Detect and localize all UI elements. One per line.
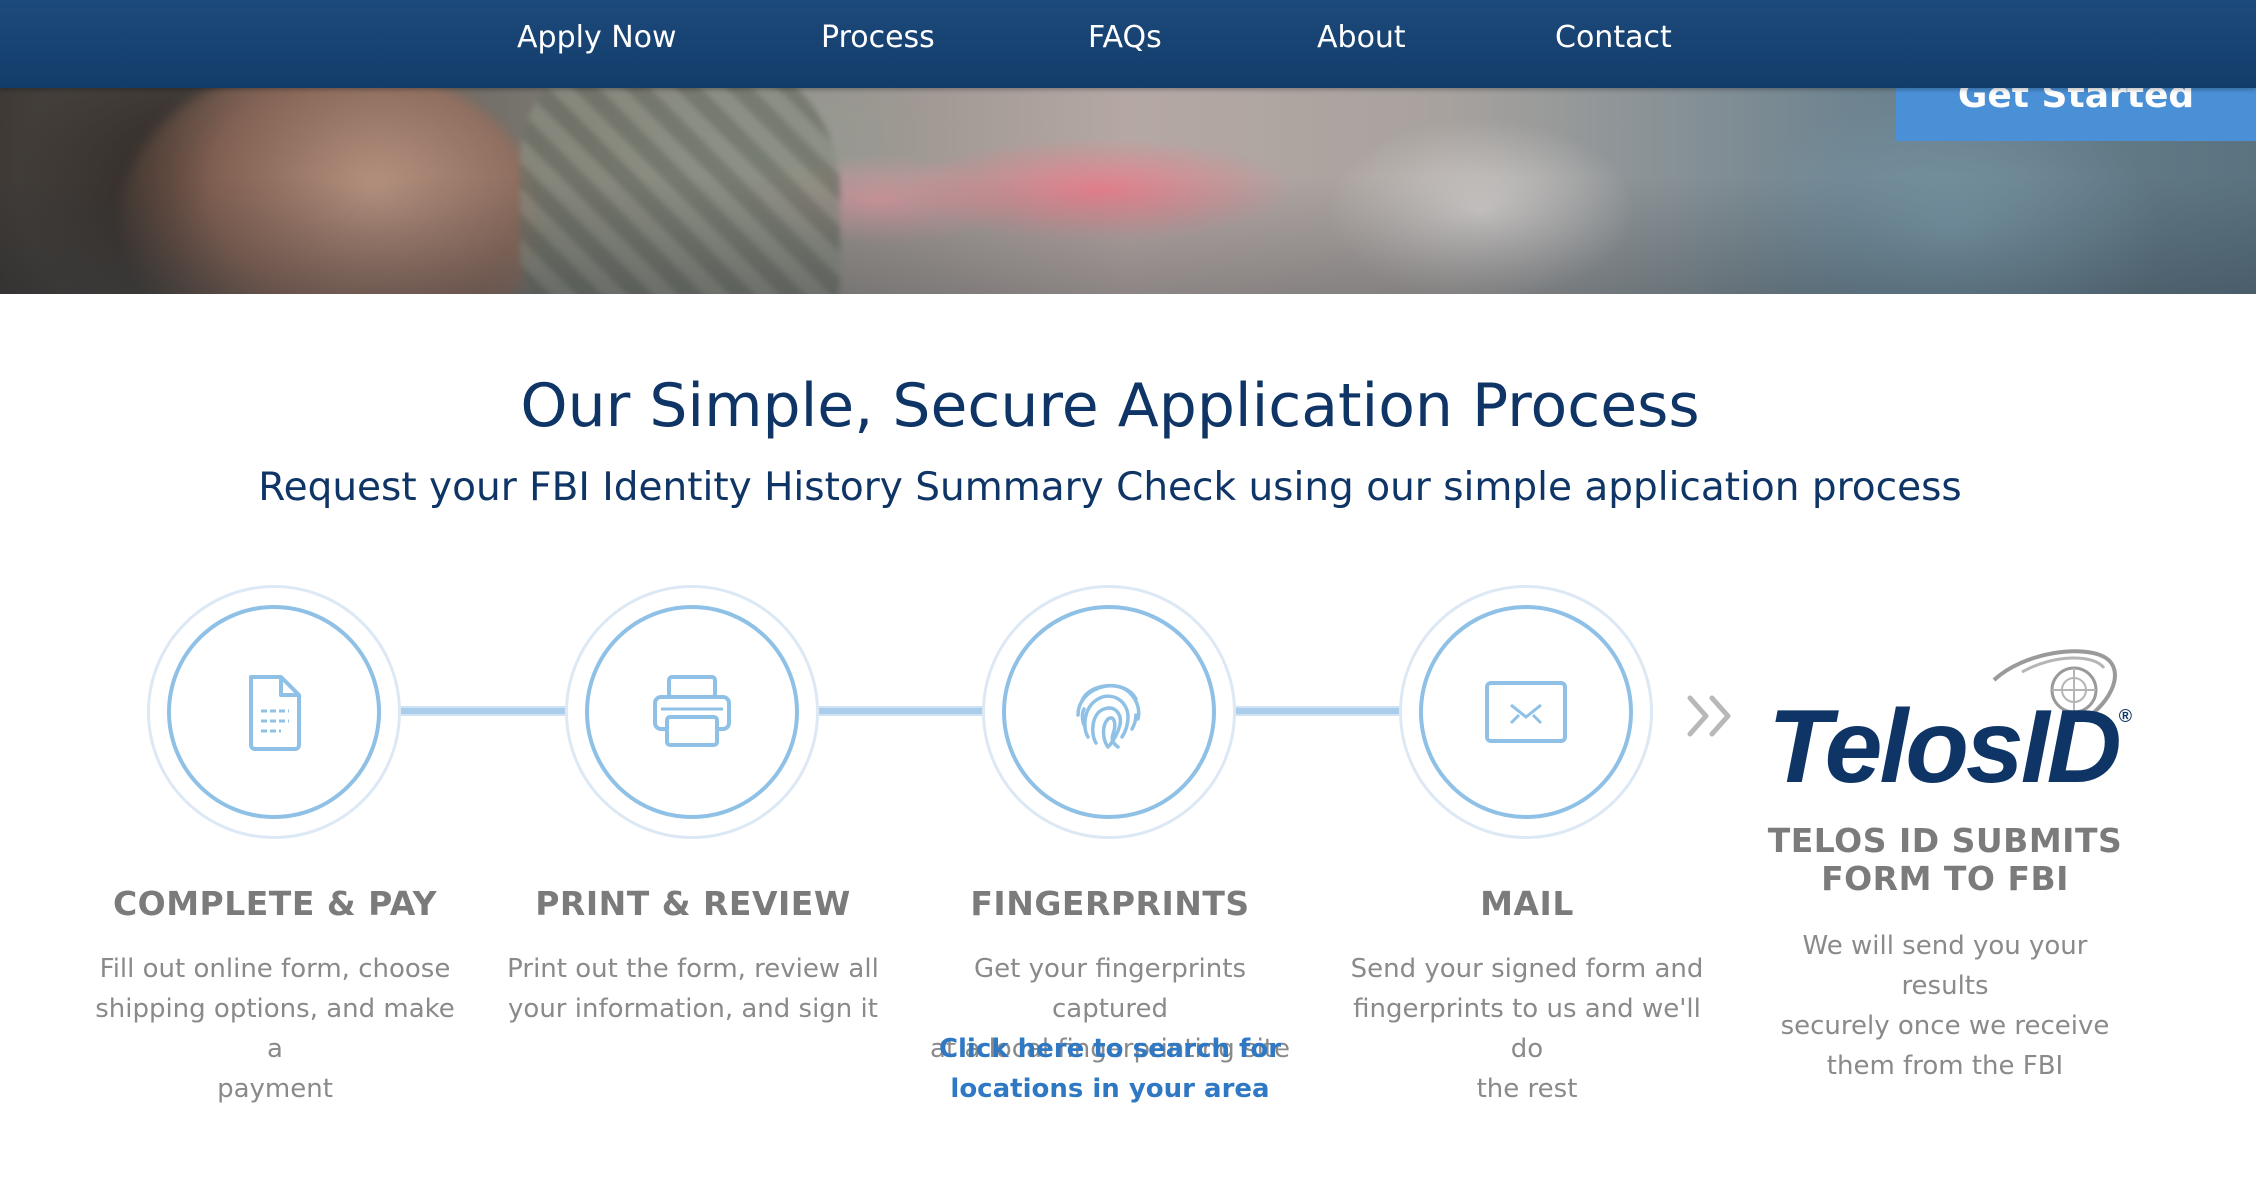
step-description-line: Fill out online form, choose: [99, 954, 451, 984]
final-description-line: securely once we receive: [1780, 1011, 2110, 1041]
final-description-line: We will send you your results: [1802, 931, 2088, 1001]
get-started-button[interactable]: Get Started: [1896, 84, 2256, 141]
telos-logo-wordmark: TelosID: [1768, 689, 2122, 805]
envelope-icon: [1485, 681, 1567, 743]
top-nav: Apply Now Process FAQs About Contact: [0, 0, 2256, 88]
step-description-line: fingerprints to us and we'll do: [1353, 994, 1701, 1064]
step-description-line: payment: [217, 1074, 333, 1104]
final-title-line: TELOS ID SUBMITS: [1767, 821, 2123, 860]
step-connector: [1215, 706, 1425, 716]
step-description-print-review: Print out the form, review all your info…: [503, 949, 883, 1029]
final-description-line: them from the FBI: [1826, 1051, 2064, 1081]
step-connector: [797, 706, 1007, 716]
final-title-line: FORM TO FBI: [1821, 859, 2069, 898]
document-icon: [249, 675, 301, 751]
get-started-label: Get Started: [1957, 84, 2195, 116]
nav-about[interactable]: About: [1317, 18, 1406, 58]
nav-process[interactable]: Process: [821, 18, 935, 58]
printer-icon: [653, 675, 731, 747]
double-chevron-right-icon: [1687, 695, 1731, 737]
step-description-mail: Send your signed form and fingerprints t…: [1337, 949, 1717, 1109]
step-title-complete-pay: COMPLETE & PAY: [112, 884, 438, 923]
step-description-line: Get your fingerprints captured: [973, 954, 1246, 1024]
step-circle-complete-pay: [147, 585, 401, 839]
nav-contact[interactable]: Contact: [1555, 18, 1672, 58]
step-connector: [380, 706, 590, 716]
step-description-line: the rest: [1476, 1074, 1578, 1104]
link-line: Click here to search for: [938, 1034, 1282, 1064]
step-circle-fingerprints: [982, 585, 1236, 839]
step-description-line: Print out the form, review all: [507, 954, 879, 984]
nav-faqs[interactable]: FAQs: [1088, 18, 1162, 58]
step-title-mail: MAIL: [1480, 884, 1574, 923]
registered-mark: ®: [2118, 706, 2132, 726]
final-step-description: We will send you your results securely o…: [1755, 926, 2135, 1086]
step-description-line: Send your signed form and: [1350, 954, 1704, 984]
final-step-title: TELOS ID SUBMITS FORM TO FBI: [1735, 822, 2155, 898]
step-description-complete-pay: Fill out online form, choose shipping op…: [85, 949, 465, 1109]
fingerprint-locations-link[interactable]: Click here to search for locations in yo…: [920, 1029, 1300, 1109]
step-title-print-review: PRINT & REVIEW: [535, 884, 851, 923]
step-circle-print-review: [565, 585, 819, 839]
telos-id-logo: TelosID®: [1764, 640, 2132, 805]
telos-logo-text: TelosID®: [1768, 656, 2132, 807]
step-circle-mail: [1399, 585, 1653, 839]
process-title: Our Simple, Secure Application Process: [520, 371, 1700, 441]
step-description-line: shipping options, and make a: [95, 994, 455, 1064]
link-line: locations in your area: [950, 1074, 1270, 1104]
process-subtitle: Request your FBI Identity History Summar…: [258, 465, 1962, 510]
step-title-fingerprints: FINGERPRINTS: [970, 884, 1250, 923]
fingerprint-icon: [1076, 683, 1141, 749]
nav-apply-now[interactable]: Apply Now: [517, 18, 677, 58]
step-description-line: your information, and sign it: [508, 994, 878, 1024]
